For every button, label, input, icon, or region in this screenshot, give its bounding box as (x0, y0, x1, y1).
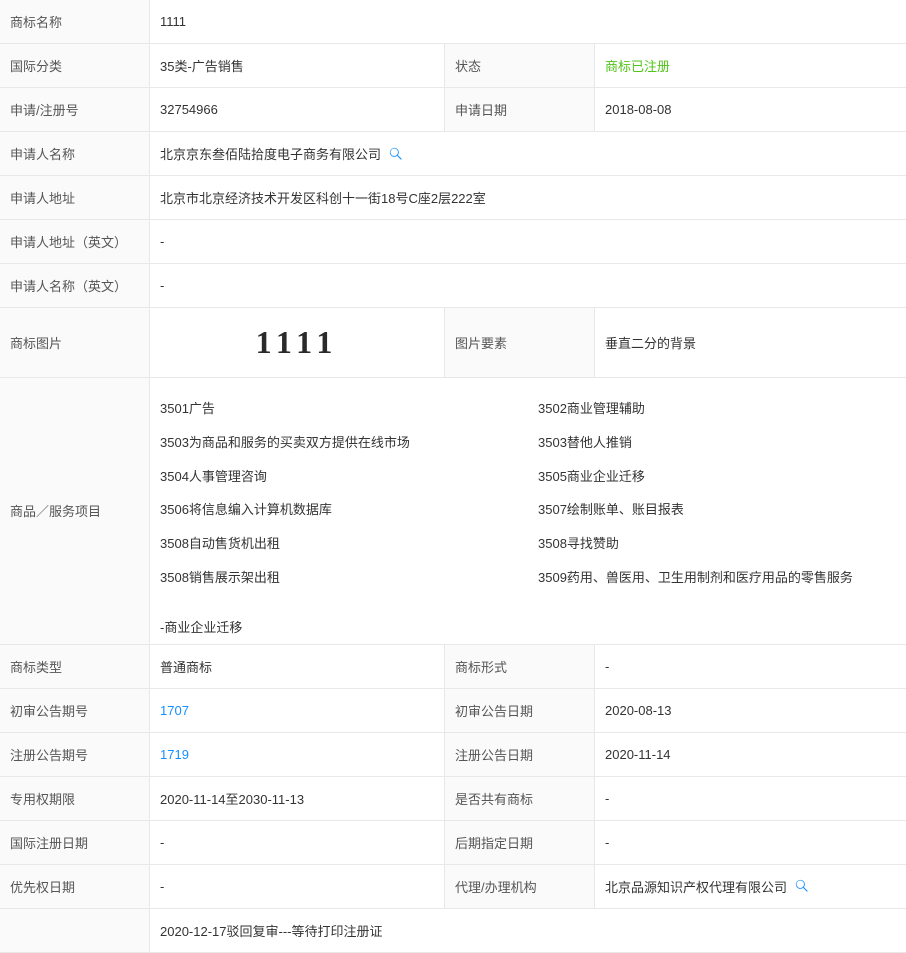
label-type: 商标类型 (0, 645, 150, 688)
value-status: 商标已注册 (595, 44, 906, 87)
label-class: 国际分类 (0, 44, 150, 87)
label-later: 后期指定日期 (445, 821, 595, 864)
label-name: 商标名称 (0, 0, 150, 43)
label-image-element: 图片要素 (445, 308, 595, 377)
label-priority: 优先权日期 (0, 865, 150, 908)
label-status: 状态 (445, 44, 595, 87)
label-applicant-en: 申请人名称（英文） (0, 264, 150, 307)
service-item: 3509药用、兽医用、卫生用制剂和医疗用品的零售服务 (538, 561, 896, 595)
label-flow (0, 909, 150, 952)
row-regno-date: 申请/注册号 32754966 申请日期 2018-08-08 (0, 88, 906, 132)
label-regann-no: 注册公告期号 (0, 733, 150, 776)
value-exclusive: 2020-11-14至2030-11-13 (150, 777, 445, 820)
row-address: 申请人地址 北京市北京经济技术开发区科创十一街18号C座2层222室 (0, 176, 906, 220)
row-intl-later: 国际注册日期 - 后期指定日期 - (0, 821, 906, 865)
label-agency: 代理/办理机构 (445, 865, 595, 908)
search-icon[interactable] (795, 879, 809, 893)
value-applicant-en: - (150, 264, 906, 307)
service-item: 3503为商品和服务的买卖双方提供在线市场 (160, 426, 518, 460)
value-type: 普通商标 (150, 645, 445, 688)
service-item: 3508销售展示架出租 (160, 561, 518, 595)
service-item: 3508自动售货机出租 (160, 527, 518, 561)
row-image: 商标图片 1111 图片要素 垂直二分的背景 (0, 308, 906, 378)
row-address-en: 申请人地址（英文） - (0, 220, 906, 264)
label-shared: 是否共有商标 (445, 777, 595, 820)
value-address: 北京市北京经济技术开发区科创十一街18号C座2层222室 (150, 176, 906, 219)
value-later: - (595, 821, 906, 864)
value-regann-no[interactable]: 1719 (150, 733, 445, 776)
service-item: 3503替他人推销 (538, 426, 896, 460)
row-regann: 注册公告期号 1719 注册公告日期 2020-11-14 (0, 733, 906, 777)
row-services: 商品／服务项目 3501广告3503为商品和服务的买卖双方提供在线市场3504人… (0, 378, 906, 645)
service-item: 3506将信息编入计算机数据库 (160, 493, 518, 527)
value-regno: 32754966 (150, 88, 445, 131)
value-prelim-no[interactable]: 1707 (150, 689, 445, 732)
applicant-name: 北京京东叁佰陆拾度电子商务有限公司 (160, 144, 381, 163)
value-name: 1111 (150, 0, 906, 43)
row-class-status: 国际分类 35类-广告销售 状态 商标已注册 (0, 44, 906, 88)
label-intlreg: 国际注册日期 (0, 821, 150, 864)
value-priority: - (150, 865, 445, 908)
label-regann-date: 注册公告日期 (445, 733, 595, 776)
row-flow: 2020-12-17驳回复审---等待打印注册证 (0, 909, 906, 953)
value-appdate: 2018-08-08 (595, 88, 906, 131)
trademark-logo: 1111 (232, 323, 362, 363)
label-form: 商标形式 (445, 645, 595, 688)
value-address-en: - (150, 220, 906, 263)
services-footer: -商业企业迁移 (150, 609, 906, 644)
value-regann-date: 2020-11-14 (595, 733, 906, 776)
label-prelim-date: 初审公告日期 (445, 689, 595, 732)
service-item: 3507绘制账单、账目报表 (538, 493, 896, 527)
value-class: 35类-广告销售 (150, 44, 445, 87)
value-agency: 北京品源知识产权代理有限公司 (595, 865, 906, 908)
row-name: 商标名称 1111 (0, 0, 906, 44)
value-applicant: 北京京东叁佰陆拾度电子商务有限公司 (150, 132, 906, 175)
row-priority-agency: 优先权日期 - 代理/办理机构 北京品源知识产权代理有限公司 (0, 865, 906, 909)
row-prelim: 初审公告期号 1707 初审公告日期 2020-08-13 (0, 689, 906, 733)
label-address-en: 申请人地址（英文） (0, 220, 150, 263)
trademark-detail-table: 商标名称 1111 国际分类 35类-广告销售 状态 商标已注册 申请/注册号 … (0, 0, 906, 953)
services-right-column: 3502商业管理辅助3503替他人推销3505商业企业迁移3507绘制账单、账目… (528, 378, 906, 609)
value-form: - (595, 645, 906, 688)
service-item: 3504人事管理咨询 (160, 460, 518, 494)
services-left-column: 3501广告3503为商品和服务的买卖双方提供在线市场3504人事管理咨询350… (150, 378, 528, 609)
search-icon[interactable] (389, 147, 403, 161)
label-prelim-no: 初审公告期号 (0, 689, 150, 732)
value-image-element: 垂直二分的背景 (595, 308, 906, 377)
agency-name: 北京品源知识产权代理有限公司 (605, 877, 787, 896)
row-applicant-en: 申请人名称（英文） - (0, 264, 906, 308)
row-type-form: 商标类型 普通商标 商标形式 - (0, 645, 906, 689)
services-content: 3501广告3503为商品和服务的买卖双方提供在线市场3504人事管理咨询350… (150, 378, 906, 644)
label-image: 商标图片 (0, 308, 150, 377)
value-flow: 2020-12-17驳回复审---等待打印注册证 (150, 909, 906, 952)
label-address: 申请人地址 (0, 176, 150, 219)
service-item: 3505商业企业迁移 (538, 460, 896, 494)
service-item: 3508寻找赞助 (538, 527, 896, 561)
label-exclusive: 专用权期限 (0, 777, 150, 820)
label-appdate: 申请日期 (445, 88, 595, 131)
service-item: 3502商业管理辅助 (538, 392, 896, 426)
value-intlreg: - (150, 821, 445, 864)
row-applicant: 申请人名称 北京京东叁佰陆拾度电子商务有限公司 (0, 132, 906, 176)
value-image: 1111 (150, 308, 445, 377)
row-exclusive-shared: 专用权期限 2020-11-14至2030-11-13 是否共有商标 - (0, 777, 906, 821)
label-services: 商品／服务项目 (0, 378, 150, 644)
value-shared: - (595, 777, 906, 820)
value-prelim-date: 2020-08-13 (595, 689, 906, 732)
label-regno: 申请/注册号 (0, 88, 150, 131)
service-item: 3501广告 (160, 392, 518, 426)
label-applicant: 申请人名称 (0, 132, 150, 175)
